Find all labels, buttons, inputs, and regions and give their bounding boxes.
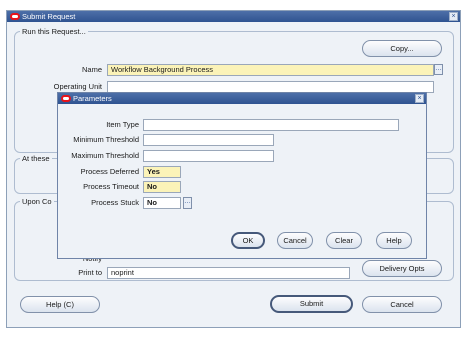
- item-type-label: Item Type: [106, 120, 139, 129]
- process-stuck-label: Process Stuck: [91, 198, 139, 207]
- print-to-label: Print to: [78, 268, 102, 277]
- print-to-field[interactable]: noprint: [107, 267, 350, 279]
- name-field[interactable]: Workflow Background Process: [107, 64, 434, 76]
- process-deferred-field[interactable]: Yes: [143, 166, 181, 178]
- name-label: Name: [81, 65, 102, 74]
- close-icon[interactable]: ×: [415, 94, 424, 103]
- copy-button[interactable]: Copy...: [362, 40, 442, 57]
- cancel-button[interactable]: Cancel: [362, 296, 442, 313]
- window-title: Submit Request: [22, 12, 76, 21]
- dialog-titlebar: Parameters ×: [58, 93, 426, 104]
- min-threshold-label: Minimum Threshold: [73, 135, 139, 144]
- parameters-dialog: Parameters × Item Type Minimum Threshold…: [57, 92, 427, 259]
- completion-group-title: Upon Co: [20, 197, 54, 206]
- clear-button[interactable]: Clear: [326, 232, 362, 249]
- process-stuck-lov-icon[interactable]: …: [183, 197, 192, 209]
- min-threshold-field[interactable]: [143, 134, 274, 146]
- dialog-title: Parameters: [73, 94, 112, 103]
- schedule-group-title: At these: [20, 154, 52, 163]
- delivery-opts-button[interactable]: Delivery Opts: [362, 260, 442, 277]
- window-titlebar: Submit Request ×: [7, 11, 460, 22]
- oracle-logo-icon: [61, 95, 71, 102]
- dialog-cancel-button[interactable]: Cancel: [277, 232, 313, 249]
- process-timeout-field[interactable]: No: [143, 181, 181, 193]
- submit-button[interactable]: Submit: [270, 295, 353, 313]
- dialog-help-button[interactable]: Help: [376, 232, 412, 249]
- name-lov-icon[interactable]: …: [434, 64, 443, 75]
- max-threshold-field[interactable]: [143, 150, 274, 162]
- help-button[interactable]: Help (C): [20, 296, 100, 313]
- ok-button[interactable]: OK: [231, 232, 265, 249]
- item-type-field[interactable]: [143, 119, 399, 131]
- oracle-logo-icon: [10, 13, 20, 20]
- max-threshold-label: Maximum Threshold: [71, 151, 139, 160]
- process-timeout-label: Process Timeout: [83, 182, 139, 191]
- process-stuck-field[interactable]: No: [143, 197, 181, 209]
- process-deferred-label: Process Deferred: [80, 167, 139, 176]
- close-icon[interactable]: ×: [449, 12, 458, 21]
- run-request-group-title: Run this Request...: [20, 27, 88, 36]
